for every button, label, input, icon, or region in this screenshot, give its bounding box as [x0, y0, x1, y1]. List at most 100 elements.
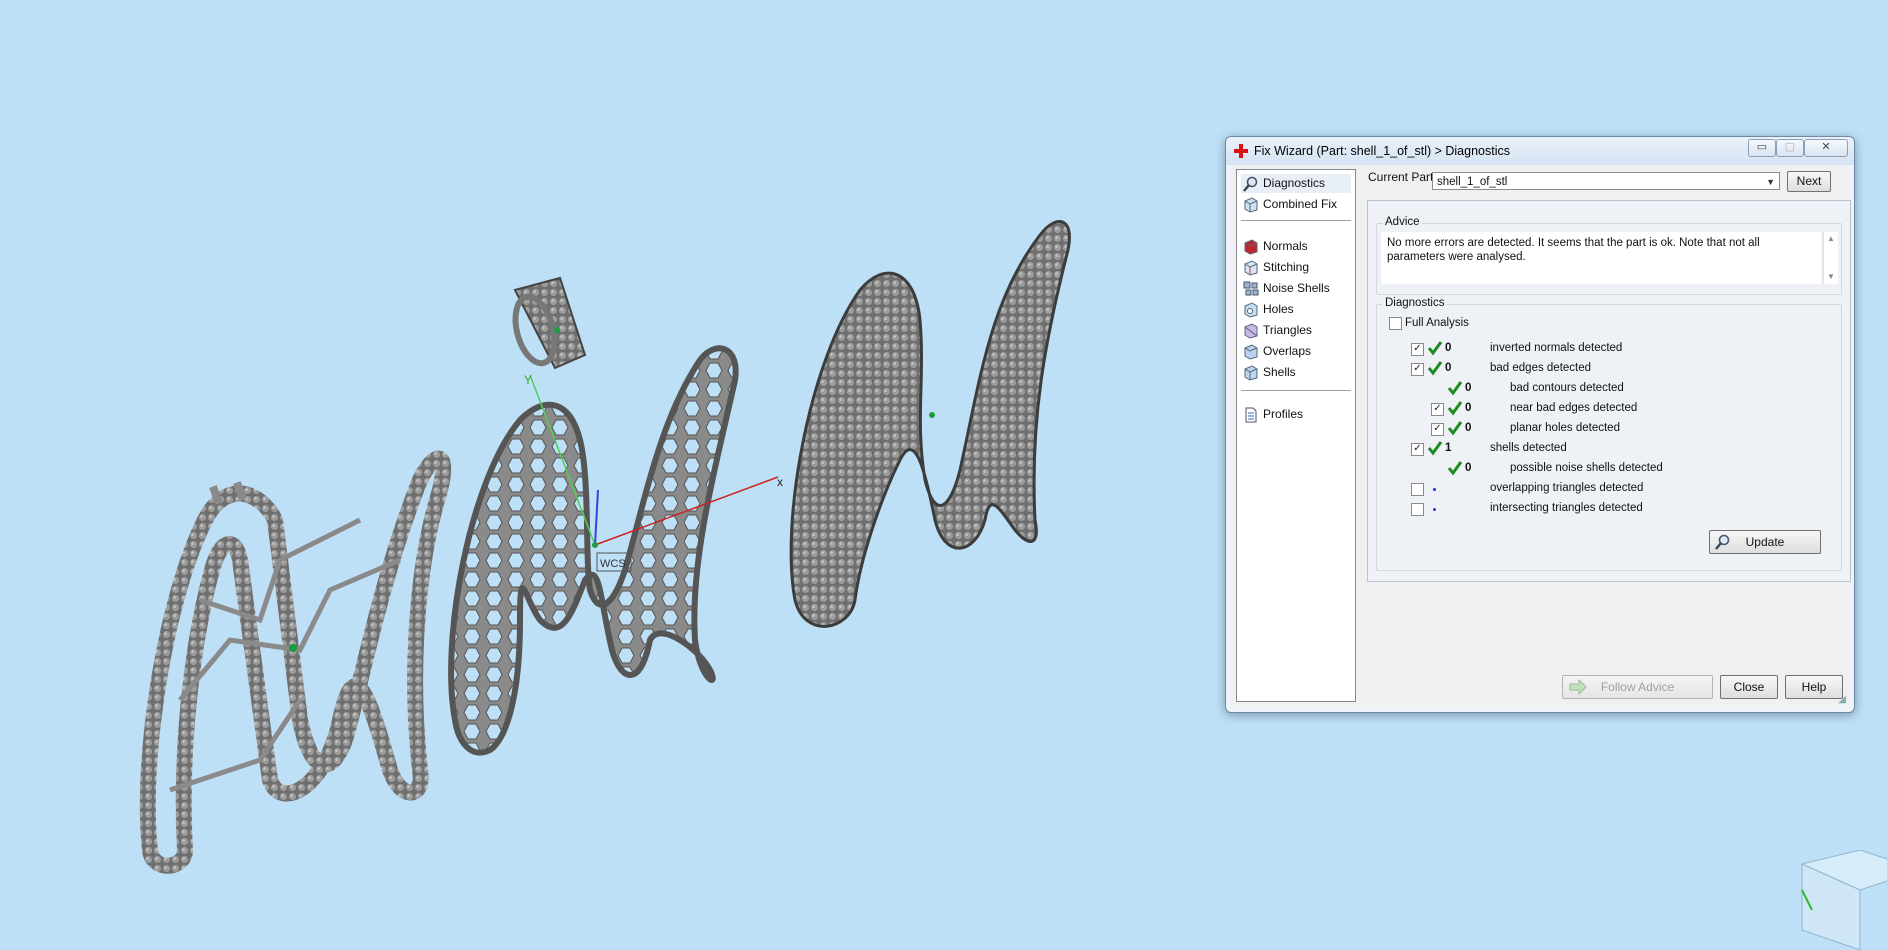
check-icon	[1447, 461, 1463, 476]
advice-scrollbar[interactable]: ▲ ▼	[1823, 232, 1838, 284]
close-window-button[interactable]: ✕	[1804, 139, 1848, 157]
minimize-button[interactable]: ▭	[1748, 139, 1776, 157]
overlaps-cube-icon	[1244, 344, 1258, 360]
row-checkbox[interactable]	[1411, 503, 1424, 516]
check-icon	[1447, 381, 1463, 396]
red-cross-icon	[1234, 144, 1248, 158]
full-analysis-label: Full Analysis	[1405, 317, 1469, 329]
nav-item-label: Triangles	[1263, 323, 1312, 337]
nav-item-label: Noise Shells	[1263, 281, 1330, 295]
row-checkbox[interactable]: ✓	[1411, 363, 1424, 376]
row-label: shells detected	[1490, 442, 1567, 454]
nav-item-holes[interactable]: Holes	[1241, 300, 1351, 319]
current-part-select[interactable]: shell_1_of_stl ▼	[1432, 172, 1780, 190]
nav-item-diagnostics[interactable]: Diagnostics	[1241, 174, 1351, 193]
title-bar[interactable]: Fix Wizard (Part: shell_1_of_stl) > Diag…	[1226, 137, 1854, 165]
nav-item-triangles[interactable]: Triangles	[1241, 321, 1351, 340]
model-letter-pebble[interactable]	[789, 220, 1071, 628]
row-label: overlapping triangles detected	[1490, 482, 1644, 494]
row-label: intersecting triangles detected	[1490, 502, 1643, 514]
nav-item-label: Normals	[1263, 239, 1308, 253]
wizard-nav: Diagnostics Combined Fix Normals Stitchi…	[1236, 169, 1356, 702]
nav-item-label: Combined Fix	[1263, 197, 1338, 211]
dialog-title: Fix Wizard (Part: shell_1_of_stl) > Diag…	[1254, 144, 1510, 158]
stitching-cube-icon	[1244, 260, 1258, 276]
nav-divider	[1241, 390, 1351, 391]
row-checkbox[interactable]: ✓	[1431, 423, 1444, 436]
model-bail[interactable]	[509, 276, 587, 370]
follow-advice-button[interactable]: Follow Advice	[1562, 675, 1713, 699]
row-label: bad contours detected	[1510, 382, 1624, 394]
full-analysis-checkbox[interactable]	[1389, 317, 1402, 330]
nav-item-label: Overlaps	[1263, 344, 1312, 358]
row-count: 0	[1465, 382, 1472, 394]
row-label: bad edges detected	[1490, 362, 1592, 374]
chevron-down-icon: ▼	[1766, 177, 1775, 187]
nav-item-shells[interactable]: Shells	[1241, 363, 1351, 382]
row-checkbox[interactable]	[1411, 483, 1424, 496]
row-label: near bad edges detected	[1510, 402, 1638, 414]
fix-wizard-dialog: Fix Wizard (Part: shell_1_of_stl) > Diag…	[1225, 136, 1855, 713]
current-part-label: Current Part:	[1368, 170, 1437, 184]
nav-item-label: Stitching	[1263, 260, 1310, 274]
follow-advice-label: Follow Advice	[1600, 680, 1675, 694]
row-label: planar holes detected	[1510, 422, 1620, 434]
normals-cube-icon	[1244, 239, 1258, 255]
row-count: 1	[1445, 442, 1452, 454]
nav-item-noise-shells[interactable]: Noise Shells	[1241, 279, 1351, 298]
cube-icon	[1244, 197, 1258, 213]
document-icon	[1245, 407, 1257, 423]
axis-y-label: Y	[524, 373, 532, 387]
magnifier-icon	[1715, 534, 1730, 550]
nav-item-profiles[interactable]: Profiles	[1241, 405, 1351, 424]
row-label: possible noise shells detected	[1510, 462, 1663, 474]
row-checkbox[interactable]: ✓	[1411, 343, 1424, 356]
dialog-client: Diagnostics Combined Fix Normals Stitchi…	[1232, 165, 1851, 706]
nav-item-stitching[interactable]: Stitching	[1241, 258, 1351, 277]
pending-dot-icon	[1433, 488, 1436, 491]
row-count: 0	[1445, 362, 1452, 374]
check-icon	[1427, 361, 1443, 376]
arrow-right-icon	[1569, 679, 1587, 695]
diagnostics-group: Diagnostics Full Analysis ✓ 0 inverted n…	[1376, 297, 1842, 571]
model-letter-hexmesh[interactable]	[448, 345, 739, 756]
model-letter-frame[interactable]	[139, 450, 452, 874]
noise-shells-icon	[1243, 281, 1259, 296]
shells-cube-icon	[1244, 365, 1258, 381]
nav-item-combined-fix[interactable]: Combined Fix	[1241, 195, 1351, 214]
advice-text: No more errors are detected. It seems th…	[1381, 232, 1821, 284]
nav-divider	[1241, 220, 1351, 221]
maximize-button[interactable]: ▢	[1776, 139, 1804, 157]
nav-item-label: Diagnostics	[1263, 176, 1326, 190]
check-icon	[1427, 441, 1443, 456]
check-icon	[1427, 341, 1443, 356]
advice-group: Advice No more errors are detected. It s…	[1376, 216, 1842, 295]
holes-cube-icon	[1244, 302, 1258, 318]
scroll-up-icon[interactable]: ▲	[1827, 234, 1835, 243]
row-checkbox[interactable]: ✓	[1431, 403, 1444, 416]
row-count: 0	[1465, 402, 1472, 414]
update-button-label: Update	[1745, 535, 1785, 549]
view-cube[interactable]	[1800, 850, 1887, 950]
nav-item-label: Holes	[1263, 302, 1294, 316]
scroll-down-icon[interactable]: ▼	[1827, 272, 1835, 281]
axis-x-label: x	[777, 475, 783, 489]
row-count: 0	[1445, 342, 1452, 354]
triangles-cube-icon	[1244, 323, 1258, 339]
nav-item-label: Shells	[1263, 365, 1296, 379]
row-count: 0	[1465, 422, 1472, 434]
row-checkbox[interactable]: ✓	[1411, 443, 1424, 456]
wcs-label: WCS	[600, 558, 626, 570]
nav-item-overlaps[interactable]: Overlaps	[1241, 342, 1351, 361]
help-button[interactable]: Help	[1785, 675, 1843, 699]
update-button[interactable]: Update	[1709, 530, 1821, 554]
pending-dot-icon	[1433, 508, 1436, 511]
diagnostics-title: Diagnostics	[1383, 297, 1447, 309]
check-icon	[1447, 401, 1463, 416]
nav-item-label: Profiles	[1263, 407, 1304, 421]
close-button[interactable]: Close	[1720, 675, 1778, 699]
resize-grip-icon[interactable]: ◢	[1838, 694, 1846, 705]
next-button[interactable]: Next	[1787, 171, 1831, 192]
row-label: inverted normals detected	[1490, 342, 1623, 354]
nav-item-normals[interactable]: Normals	[1241, 237, 1351, 256]
